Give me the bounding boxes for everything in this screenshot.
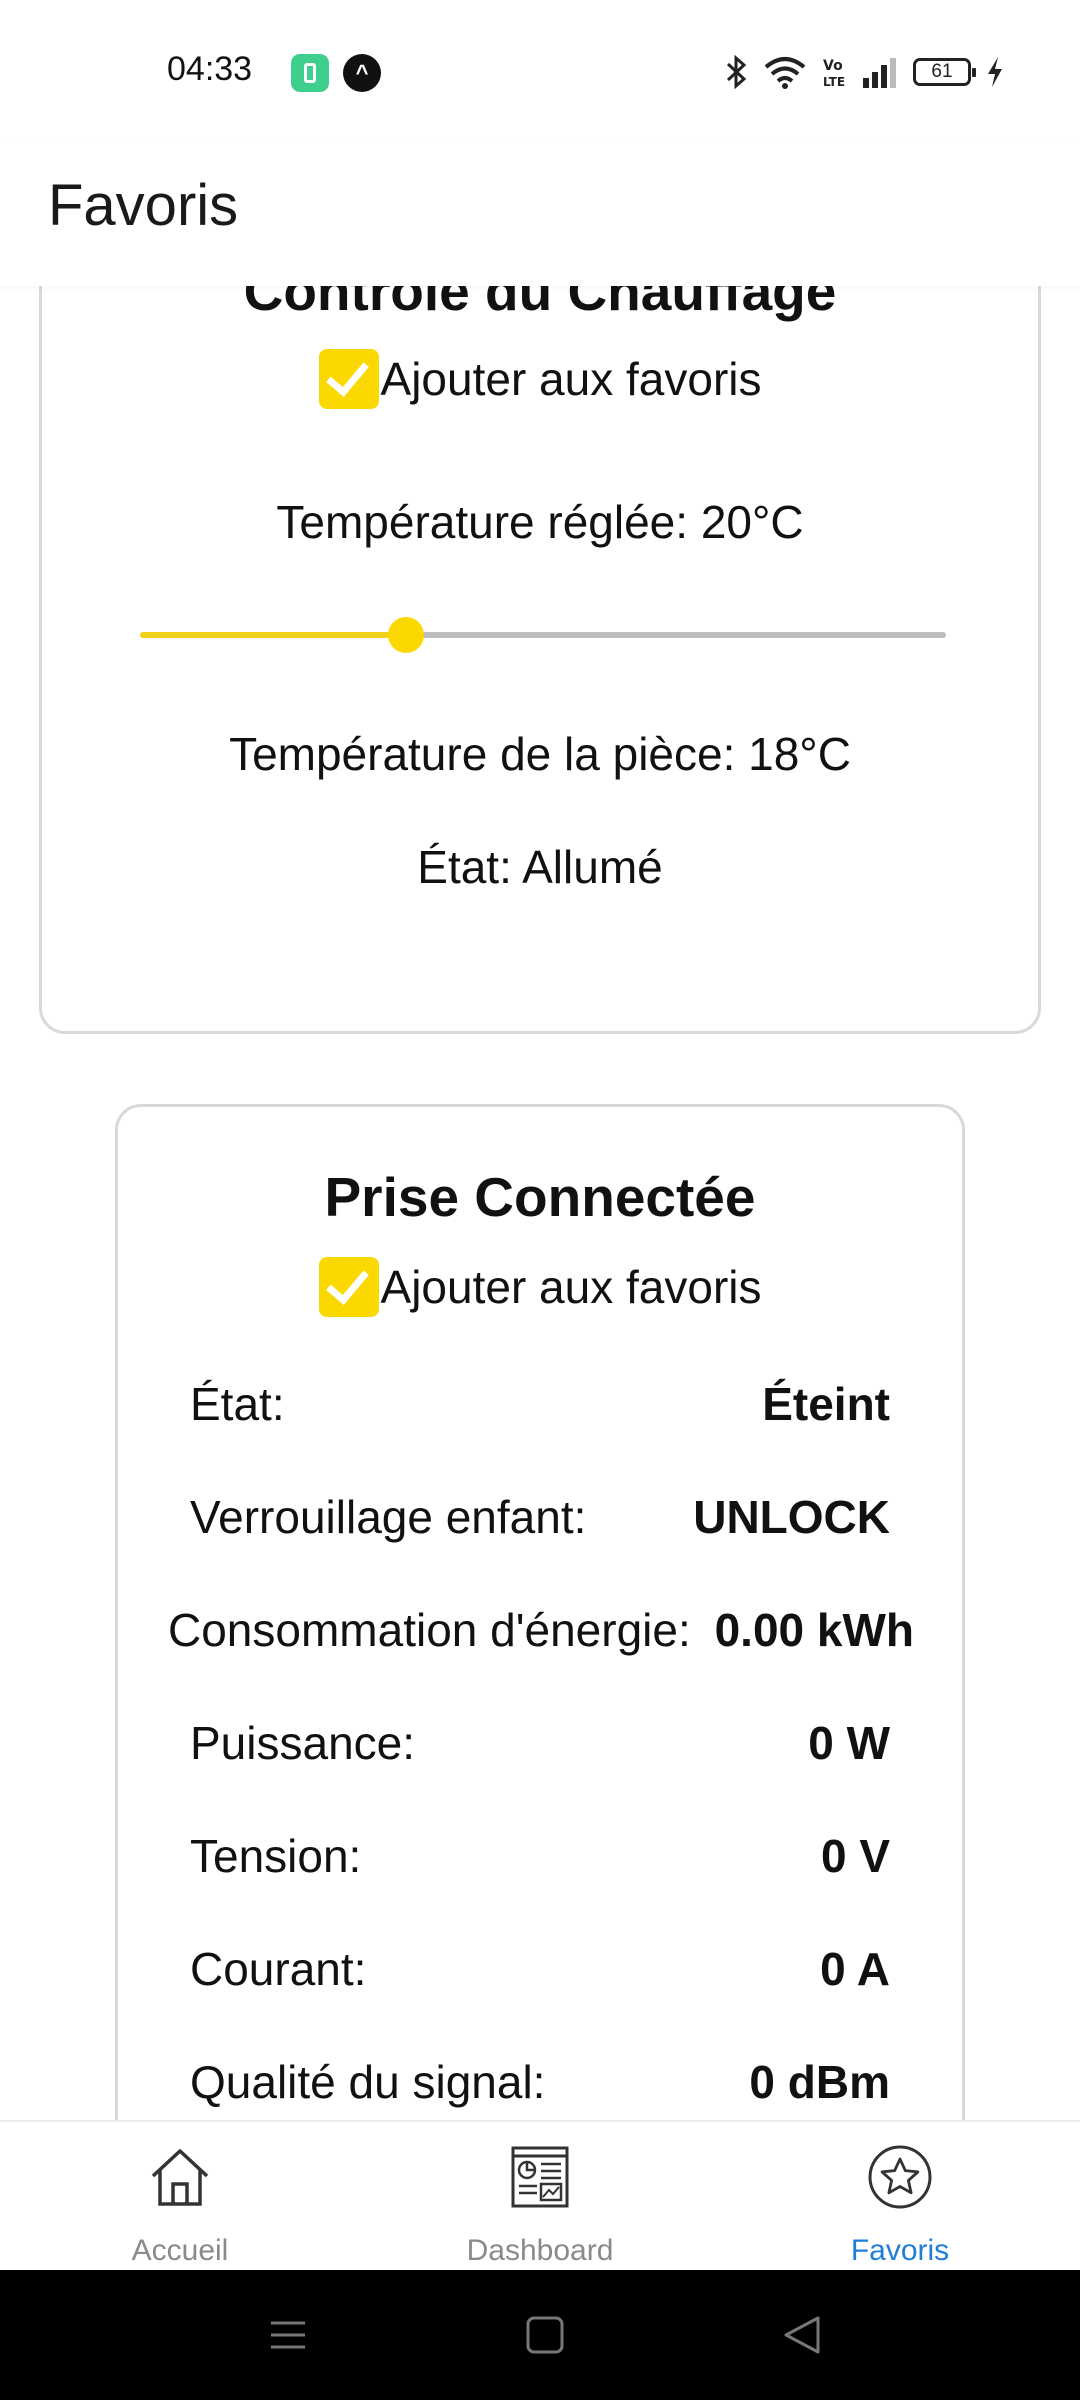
plug-row-power: Puissance: 0 W xyxy=(118,1716,962,1776)
row-value: 0.00 kWh xyxy=(714,1604,914,1656)
slider-thumb[interactable] xyxy=(387,617,424,653)
home-button-icon[interactable] xyxy=(520,2310,570,2360)
favorite-label: Ajouter aux favoris xyxy=(380,353,762,405)
charging-icon xyxy=(988,57,1002,87)
plug-favorite-toggle[interactable]: Ajouter aux favoris xyxy=(118,1257,962,1317)
menu-icon[interactable] xyxy=(263,2310,313,2360)
temperature-slider[interactable] xyxy=(140,615,946,655)
favorite-label: Ajouter aux favoris xyxy=(380,1261,762,1313)
heating-control-card: Contrôle du Chauffage Ajouter aux favori… xyxy=(39,286,1041,1034)
nav-item-favorites[interactable]: Favoris xyxy=(720,2122,1080,2272)
row-value: 0 A xyxy=(820,1943,890,1995)
heating-favorite-toggle[interactable]: Ajouter aux favoris xyxy=(42,349,1038,409)
smart-plug-card: Prise Connectée Ajouter aux favoris État… xyxy=(115,1104,965,2120)
row-value: Éteint xyxy=(762,1378,890,1430)
favorites-list[interactable]: Contrôle du Chauffage Ajouter aux favori… xyxy=(0,286,1080,2120)
dashboard-icon xyxy=(511,2146,569,2208)
plug-row-energy: Consommation d'énergie: 0.00 kWh xyxy=(118,1603,962,1663)
favorite-checkbox[interactable] xyxy=(318,1257,379,1317)
row-label: Qualité du signal: xyxy=(190,2056,546,2108)
favorite-checkbox[interactable] xyxy=(318,349,379,409)
battery-saver-app-icon xyxy=(291,54,329,92)
nav-item-home[interactable]: Accueil xyxy=(0,2122,360,2272)
status-time: 04:33 xyxy=(167,50,253,88)
svg-text:LTE: LTE xyxy=(823,75,845,89)
bottom-navigation: Accueil Dashboard Favoris xyxy=(0,2120,1080,2272)
row-label: Courant: xyxy=(190,1943,367,1995)
row-value: 0 dBm xyxy=(749,2056,890,2108)
slider-fill xyxy=(140,632,406,638)
set-temperature-text: Température réglée: 20°C xyxy=(276,496,804,548)
home-icon xyxy=(151,2149,209,2206)
row-label: Verrouillage enfant: xyxy=(190,1491,587,1543)
plug-card-title: Prise Connectée xyxy=(324,1166,756,1228)
wifi-icon xyxy=(764,57,806,89)
row-label: État: xyxy=(190,1378,285,1430)
app-header: Favoris xyxy=(0,140,1080,286)
plug-row-signal: Qualité du signal: 0 dBm xyxy=(118,2055,962,2115)
status-bar: 04:33 ^ Vo LTE 61 xyxy=(0,0,1080,140)
heating-card-title: Contrôle du Chauffage xyxy=(243,286,837,322)
row-value: 0 V xyxy=(820,1830,890,1882)
row-value: 0 W xyxy=(808,1717,890,1769)
row-label: Puissance: xyxy=(190,1717,416,1769)
plug-row-state: État: Éteint xyxy=(118,1377,962,1437)
row-value: UNLOCK xyxy=(693,1491,890,1543)
back-icon[interactable] xyxy=(778,2310,828,2360)
svg-text:Vo: Vo xyxy=(823,58,843,74)
bluetooth-icon xyxy=(726,54,747,90)
system-navigation-bar xyxy=(0,2270,1080,2400)
battery-indicator: 61 xyxy=(913,58,976,86)
plug-row-child-lock: Verrouillage enfant: UNLOCK xyxy=(118,1490,962,1550)
nav-item-dashboard[interactable]: Dashboard xyxy=(360,2122,720,2272)
row-label: Tension: xyxy=(190,1830,362,1882)
app-notification-icon: ^ xyxy=(343,54,381,92)
signal-icon xyxy=(863,58,896,88)
plug-row-voltage: Tension: 0 V xyxy=(118,1829,962,1889)
row-label: Consommation d'énergie: xyxy=(168,1604,691,1656)
room-temperature-text: Température de la pièce: 18°C xyxy=(229,728,851,780)
nav-label: Accueil xyxy=(131,2234,229,2267)
volte-icon: Vo LTE xyxy=(823,58,845,89)
plug-row-current: Courant: 0 A xyxy=(118,1942,962,2002)
star-icon xyxy=(868,2145,932,2209)
heating-state-text: État: Allumé xyxy=(417,841,663,893)
nav-label: Dashboard xyxy=(466,2234,614,2267)
nav-label: Favoris xyxy=(850,2234,950,2267)
system-status-icons: Vo LTE 61 xyxy=(723,50,1005,94)
page-title: Favoris xyxy=(48,173,239,238)
